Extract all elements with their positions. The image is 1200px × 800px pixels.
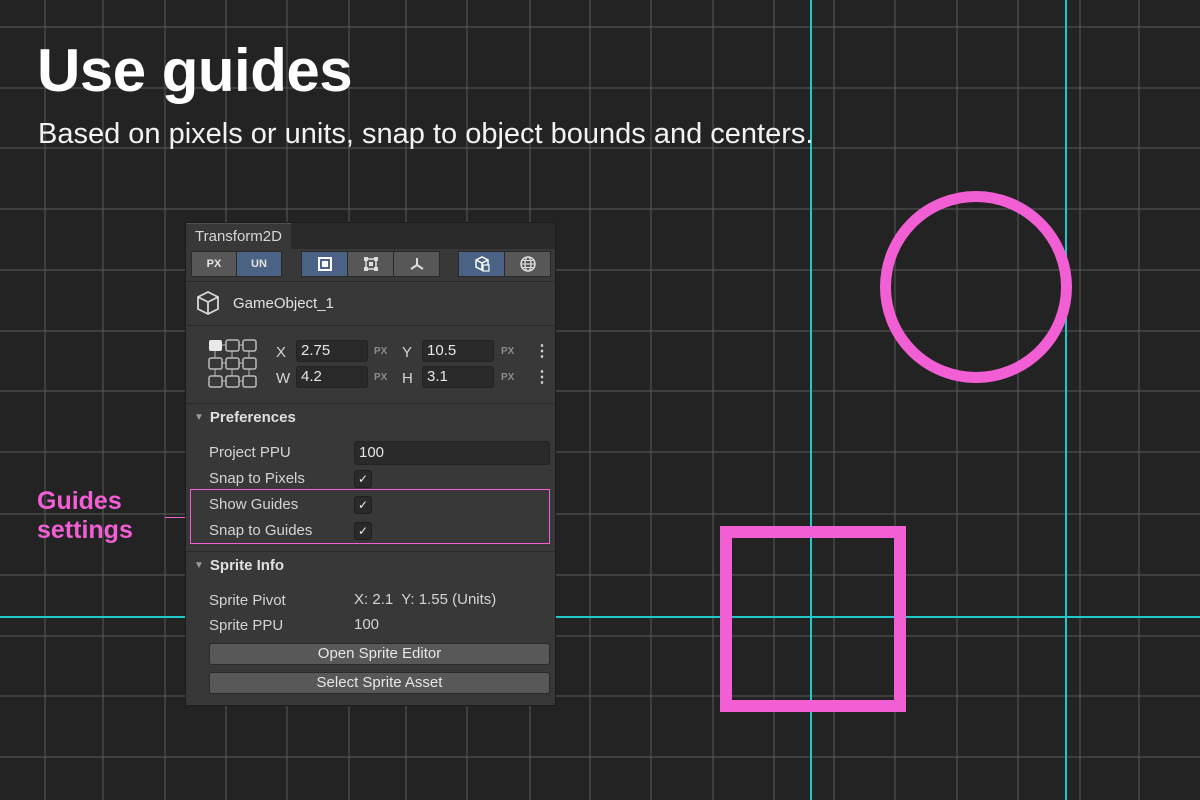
h-label: H xyxy=(402,370,413,387)
subline: Based on pixels or units, snap to object… xyxy=(38,118,814,150)
select-sprite-asset-button[interactable]: Select Sprite Asset xyxy=(209,672,550,694)
rect-select-icon xyxy=(317,257,332,271)
h-unit: PX xyxy=(501,372,515,383)
x-field[interactable]: 2.75 xyxy=(296,340,368,362)
sprite-ppu-label: Sprite PPU xyxy=(209,617,284,634)
tab-transform2d[interactable]: Transform2D xyxy=(186,223,291,250)
snap-to-pixels-label: Snap to Pixels xyxy=(209,470,305,487)
sprite-pivot-label: Sprite Pivot xyxy=(209,592,286,609)
rect-select-button[interactable] xyxy=(301,251,348,277)
y-label: Y xyxy=(402,344,413,361)
w-label: W xyxy=(276,370,291,387)
cube-icon xyxy=(197,290,219,316)
snap-to-guides-label: Snap to Guides xyxy=(209,522,313,539)
callout-line-1: Guides xyxy=(37,487,122,515)
preferences-foldout[interactable]: ▼ Preferences xyxy=(194,409,296,426)
preferences-title: Preferences xyxy=(209,409,296,426)
open-sprite-editor-button[interactable]: Open Sprite Editor xyxy=(209,643,550,665)
pivot-button[interactable] xyxy=(393,251,440,277)
object-name: GameObject_1 xyxy=(233,295,334,312)
project-ppu-field[interactable]: 100 xyxy=(354,441,550,465)
snap-to-pixels-checkbox[interactable]: ✓ xyxy=(354,470,372,488)
pink-square-object[interactable] xyxy=(720,526,906,712)
transform2d-panel: Transform2D PX UN GameObject_1 X 2.75 PX… xyxy=(185,222,556,706)
pink-circle-object[interactable] xyxy=(880,191,1072,383)
w-field[interactable]: 4.2 xyxy=(296,366,368,388)
sprite-ppu-value: 100 xyxy=(354,616,380,633)
show-guides-checkbox[interactable]: ✓ xyxy=(354,496,372,514)
units-mode-button[interactable]: UN xyxy=(236,251,282,277)
pivot-icon xyxy=(409,258,424,270)
local-space-button[interactable] xyxy=(458,251,505,277)
sprite-pivot-value: X: 2.1 Y: 1.55 (Units) xyxy=(354,591,497,608)
position-more-button[interactable]: ⋮ xyxy=(534,344,550,360)
x-unit: PX xyxy=(374,346,388,357)
snap-to-guides-checkbox[interactable]: ✓ xyxy=(354,522,372,540)
y-unit: PX xyxy=(501,346,515,357)
y-field[interactable]: 10.5 xyxy=(422,340,494,362)
local-space-icon xyxy=(474,256,490,272)
show-guides-label: Show Guides xyxy=(209,496,299,513)
bounds-button[interactable] xyxy=(347,251,394,277)
w-unit: PX xyxy=(374,372,388,383)
foldout-arrow-icon: ▼ xyxy=(194,412,204,423)
anchor-grid-icon[interactable] xyxy=(208,339,258,389)
callout-line-2: settings xyxy=(37,516,133,544)
global-space-button[interactable] xyxy=(504,251,551,277)
sprite-info-foldout[interactable]: ▼ Sprite Info xyxy=(194,557,284,574)
project-ppu-label: Project PPU xyxy=(209,444,291,461)
h-field[interactable]: 3.1 xyxy=(422,366,494,388)
headline: Use guides xyxy=(37,37,353,104)
tab-bar: Transform2D xyxy=(186,223,555,250)
guides-settings-callout: Guides settings xyxy=(37,487,133,545)
px-mode-button[interactable]: PX xyxy=(191,251,237,277)
globe-icon xyxy=(519,256,536,272)
bounds-icon xyxy=(363,257,378,271)
sprite-info-title: Sprite Info xyxy=(209,557,285,574)
foldout-arrow-icon: ▼ xyxy=(194,560,204,571)
x-label: X xyxy=(276,344,287,361)
size-more-button[interactable]: ⋮ xyxy=(534,370,550,386)
